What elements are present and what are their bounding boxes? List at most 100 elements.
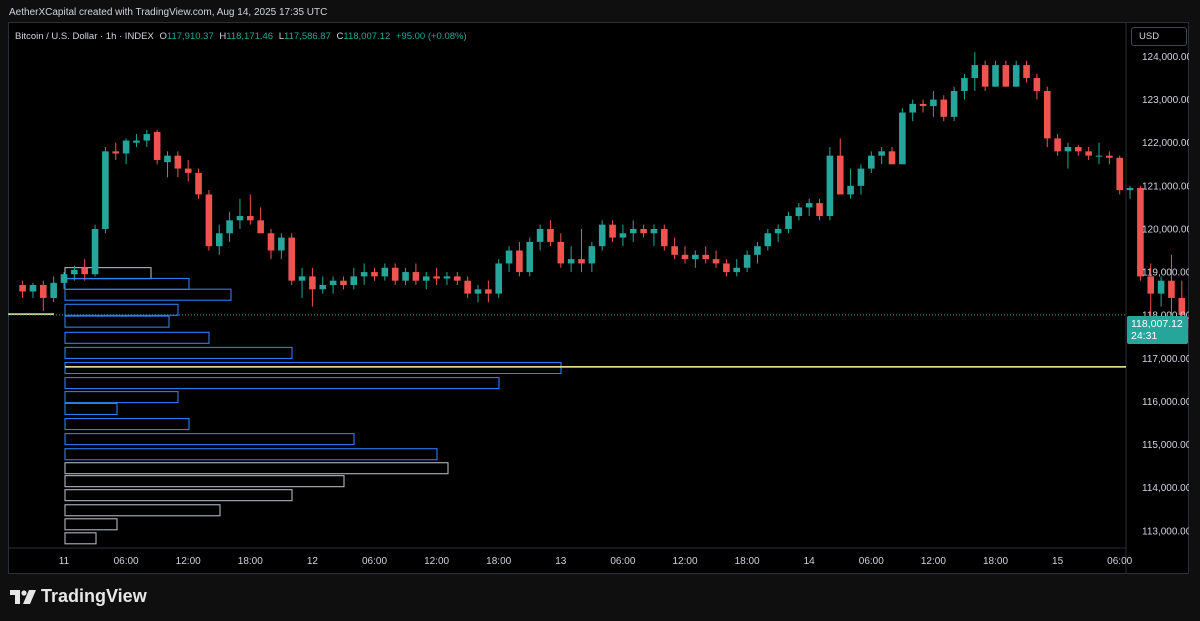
volume-profile-bar (64, 402, 118, 416)
candle-body (681, 254, 689, 260)
candle-body (536, 228, 544, 242)
candle-body (122, 140, 130, 154)
candle-body (164, 155, 171, 163)
close-value: 118,007.12 (343, 31, 391, 42)
volume-profile-bar (64, 361, 562, 375)
candle-body (805, 203, 813, 208)
candle-body (81, 267, 88, 275)
volume-profile-bar (64, 532, 97, 545)
candle-body (474, 289, 482, 294)
time-tick-label: 06:00 (114, 556, 139, 567)
candle-body (847, 185, 854, 195)
volume-profile-bar (64, 277, 190, 290)
time-tick-label: 12:00 (176, 556, 201, 567)
time-tick-label: 12:00 (921, 556, 946, 567)
candle-body (1043, 90, 1051, 139)
candle-body (319, 285, 327, 290)
candle-body (650, 228, 658, 234)
candle-body (298, 276, 306, 281)
price-tick-label: 120,000.00 (1142, 224, 1189, 235)
candle-body (578, 259, 585, 264)
time-tick-label: 06:00 (859, 556, 884, 567)
candle-body (257, 220, 264, 234)
candle-body (247, 216, 254, 221)
candle-body (754, 246, 761, 255)
candle-body (371, 272, 378, 277)
volume-profile-bar (64, 475, 345, 488)
volume-profile-bar (64, 315, 170, 328)
candle-body (102, 151, 109, 229)
volume-profile-bar (64, 417, 190, 431)
tradingview-logo[interactable]: TradingView (10, 586, 147, 607)
candle-body (195, 172, 202, 195)
currency-button[interactable]: USD (1131, 27, 1187, 46)
candle-body (609, 224, 616, 238)
candle-body (857, 168, 865, 186)
footer (0, 574, 1200, 621)
candle-body (1064, 147, 1072, 152)
candle-body (588, 246, 596, 264)
change-value: +95.00 (+0.08%) (395, 31, 467, 42)
candle-body (598, 224, 606, 247)
time-tick-label: 06:00 (362, 556, 387, 567)
candle-body (184, 168, 192, 173)
volume-profile-bar (64, 377, 500, 390)
candle-body (1168, 280, 1175, 298)
candle-body (547, 228, 554, 242)
candle-body (381, 267, 389, 277)
candle-body (940, 99, 948, 117)
candle-body (1075, 147, 1082, 152)
candle-body (153, 131, 161, 160)
candle-body (764, 233, 772, 247)
volume-profile-bar (64, 346, 293, 359)
candle-body (1116, 157, 1123, 191)
candle-body (340, 280, 347, 285)
candle-body (422, 276, 430, 281)
top-bar: AetherXCapital created with TradingView.… (0, 0, 1200, 22)
candle-body (888, 151, 896, 165)
candle-body (1033, 78, 1041, 91)
candle-body (567, 259, 575, 264)
candle-body (961, 78, 968, 91)
candle-body (402, 272, 409, 281)
volume-profile-bar (64, 448, 438, 461)
candle-body (443, 276, 451, 279)
price-tick-label: 115,000.00 (1142, 440, 1189, 451)
candle-body (878, 151, 885, 156)
volume-profile-bar (64, 288, 232, 301)
candle-body (702, 254, 709, 260)
candle-body (133, 140, 140, 143)
candle-body (1147, 276, 1155, 294)
candle-body (981, 65, 989, 87)
volume-profile-bar (64, 267, 152, 280)
candle-body (629, 228, 637, 234)
candle-body (743, 254, 751, 268)
candle-body (919, 103, 927, 107)
last-price-tag: 118,007.12 24:31 (1127, 316, 1188, 344)
candle-body (350, 276, 358, 285)
time-tick-label: 18:00 (983, 556, 1008, 567)
candle-body (516, 250, 523, 273)
candle-body (1023, 65, 1030, 79)
candle-body (836, 155, 844, 195)
time-tick-label: 06:00 (1107, 556, 1132, 567)
candle-body (71, 269, 78, 275)
candle-body (19, 285, 26, 292)
candle-body (60, 274, 68, 283)
candle-body (826, 155, 834, 217)
candlestick-chart[interactable]: 113,000.00 114,000.00 115,000.00 116,000.00… (8, 22, 1189, 574)
candle-body (971, 65, 979, 79)
price-tick-label: 121,000.00 (1142, 181, 1189, 192)
candle-body (899, 112, 906, 165)
candle-body (454, 276, 461, 281)
candle-body (950, 90, 958, 117)
candle-body (505, 250, 513, 264)
time-tick-label: 12 (307, 556, 319, 567)
time-tick-label: 12:00 (672, 556, 697, 567)
candle-body (909, 103, 916, 113)
candle-body (1095, 155, 1103, 157)
candle-body (91, 228, 99, 275)
time-tick-label: 12:00 (424, 556, 449, 567)
candle-body (733, 267, 741, 273)
candle-body (495, 263, 502, 294)
